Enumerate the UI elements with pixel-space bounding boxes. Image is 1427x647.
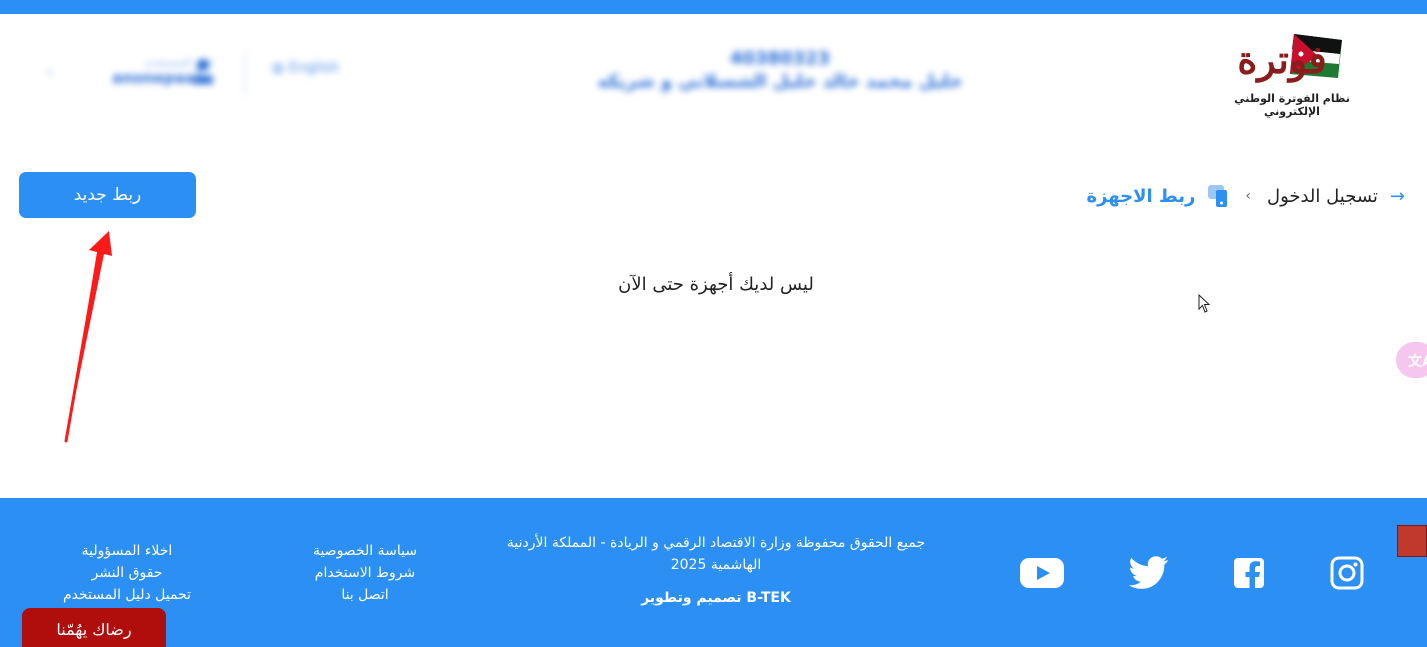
- logo-subtitle: نظام الفوترة الوطني الإلكتروني: [1234, 92, 1350, 118]
- company-number: 40380323: [729, 48, 831, 69]
- disclaimer-link[interactable]: اخلاء المسؤولية: [52, 540, 202, 562]
- company-name: خليل محمد خالد خليل الشسلاني و شريكه: [597, 71, 963, 92]
- instagram-icon[interactable]: [1330, 556, 1364, 590]
- translate-icon: 文A: [1408, 354, 1427, 370]
- fawtara-logo[interactable]: فوترة نظام الفوترة الوطني الإلكتروني: [1222, 30, 1362, 118]
- header-divider: [244, 52, 246, 94]
- empty-state-message: ليس لديك أجهزة حتى الآن: [618, 274, 814, 295]
- copyright-text: جميع الحقوق محفوظة وزارة الاقتصاد الرقمي…: [506, 535, 926, 573]
- design-credit: تصميم وتطوير B-TEK: [641, 590, 791, 606]
- user-icon: [193, 59, 213, 84]
- device-icon: [1208, 185, 1228, 207]
- side-widget-icon[interactable]: [1397, 525, 1427, 557]
- contact-us-link[interactable]: اتصل بنا: [290, 584, 440, 606]
- breadcrumb: → تسجيل الدخول ‹ ربط الاجهزة: [1086, 182, 1405, 210]
- twitter-icon[interactable]: [1129, 556, 1169, 590]
- top-accent-strip: [0, 0, 1427, 14]
- footer-links-secondary: اخلاء المسؤولية حقوق النشر تحميل دليل ال…: [52, 540, 202, 606]
- new-link-button[interactable]: ربط جديد: [19, 172, 196, 218]
- logo-wordmark: فوترة: [1237, 37, 1327, 82]
- breadcrumb-devices: ربط الاجهزة: [1086, 185, 1196, 207]
- language-switch[interactable]: ◍ English: [272, 60, 339, 76]
- breadcrumb-login[interactable]: تسجيل الدخول: [1267, 186, 1378, 207]
- privacy-policy-link[interactable]: سياسة الخصوصية: [290, 540, 440, 562]
- company-info: 40380323 خليل محمد خالد خليل الشسلاني و …: [560, 48, 1000, 92]
- copyright-link[interactable]: حقوق النشر: [52, 562, 202, 584]
- user-guide-download-link[interactable]: تحميل دليل المستخدم: [52, 584, 202, 606]
- feedback-button[interactable]: رضاك يهُمّنا: [22, 608, 166, 647]
- language-label: English: [288, 60, 340, 76]
- globe-icon: ◍: [272, 60, 285, 76]
- youtube-icon[interactable]: [1019, 556, 1065, 590]
- chevron-down-icon: ⌄: [44, 62, 56, 78]
- back-arrow-icon[interactable]: →: [1390, 186, 1405, 207]
- chevron-left-icon: ‹: [1245, 188, 1251, 204]
- facebook-icon[interactable]: [1232, 556, 1266, 590]
- mouse-cursor-icon: [1198, 294, 1211, 313]
- translate-button[interactable]: 文A: [1396, 342, 1427, 378]
- site-footer: جميع الحقوق محفوظة وزارة الاقتصاد الرقمي…: [0, 498, 1427, 647]
- terms-of-use-link[interactable]: شروط الاستخدام: [290, 562, 440, 584]
- site-header: فوترة نظام الفوترة الوطني الإلكتروني 403…: [0, 14, 1427, 124]
- footer-links-primary: سياسة الخصوصية شروط الاستخدام اتصل بنا: [290, 540, 440, 606]
- user-menu[interactable]: ⌄ اسم المستخدم anonepaaks ◍ English: [40, 52, 380, 96]
